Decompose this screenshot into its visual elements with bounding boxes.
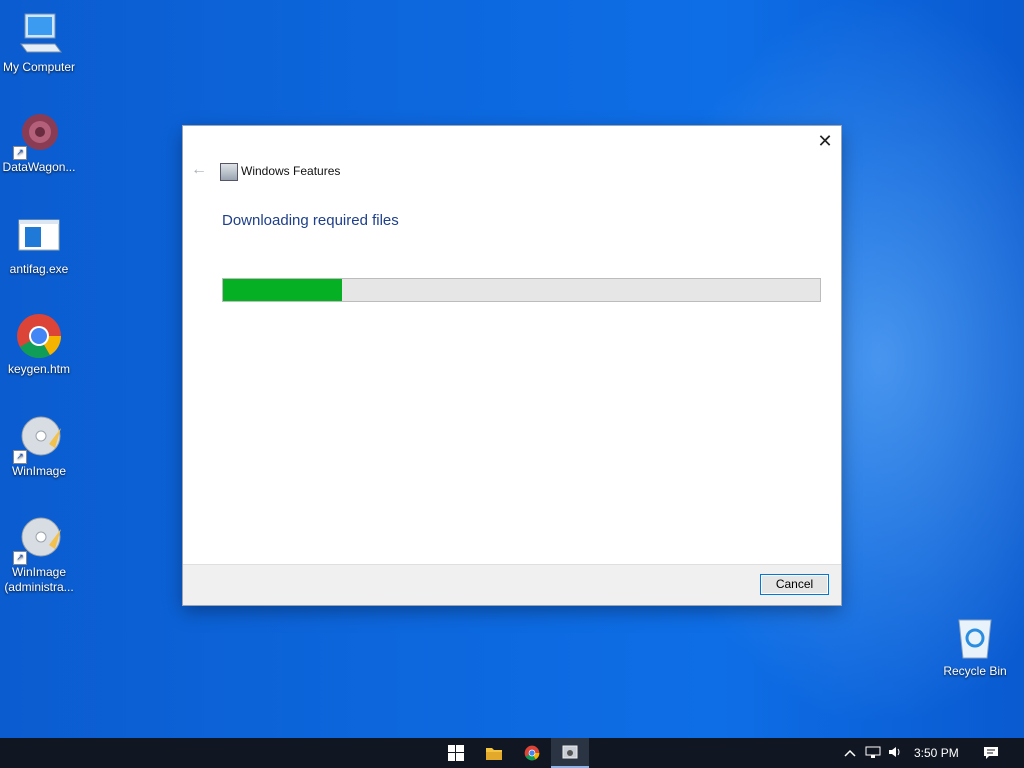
network-icon[interactable] [862,745,884,762]
gear-icon: ↗ [13,110,63,160]
cancel-button[interactable]: Cancel [760,574,829,595]
desktop-icon-label: Recycle Bin [943,664,1007,678]
disc-icon: ↗ [13,414,63,464]
chevron-up-icon[interactable] [842,746,858,760]
desktop-icon-my-computer[interactable]: My Computer [0,10,78,75]
taskbar-file-explorer[interactable] [475,738,513,768]
windows-features-icon [220,163,238,181]
notifications-button[interactable] [980,738,1002,768]
folder-icon [486,748,502,760]
shortcut-arrow-icon: ↗ [13,551,27,565]
desktop-icon-keygen[interactable]: keygen.htm [0,312,78,377]
computer-icon [15,10,63,58]
windows-features-icon [562,745,578,759]
notification-icon [984,747,998,759]
desktop-icon-label: DataWagon... [2,160,76,174]
desktop-icon-winimage-admin[interactable]: ↗ WinImage (administra... [0,515,78,595]
dialog-title: Windows Features [241,164,341,178]
desktop-icon-label: keygen.htm [7,362,71,376]
chrome-icon [15,312,63,360]
clock-time[interactable]: 3:50 PM [914,746,959,760]
back-arrow-icon: ← [191,161,207,178]
taskbar-chrome[interactable] [513,738,551,768]
windows-features-dialog: ✕ ← Windows Features Downloading require… [183,126,841,605]
desktop-icon-label: antifag.exe [9,262,69,276]
taskbar: 3:50 PM [0,738,1024,768]
volume-icon[interactable] [884,745,906,762]
start-button[interactable] [437,738,475,768]
taskbar-windows-features[interactable] [551,738,589,768]
desktop-icon-label: My Computer [2,60,76,74]
system-tray: 3:50 PM [842,738,959,768]
chrome-icon [524,745,540,761]
desktop-icon-antifag[interactable]: antifag.exe [0,212,78,277]
close-button[interactable]: ✕ [815,130,835,152]
download-progress-bar [222,278,821,302]
dialog-footer: Cancel [183,564,841,605]
status-heading: Downloading required files [222,212,399,229]
application-window-icon [15,212,63,260]
progress-fill [223,279,343,301]
windows-logo-icon [448,745,464,761]
recycle-bin-icon [951,614,999,662]
disc-icon: ↗ [13,515,63,565]
desktop-icon-winimage[interactable]: ↗ WinImage [0,414,78,479]
desktop-icon-label: WinImage (administra... [4,565,74,594]
shortcut-arrow-icon: ↗ [13,146,27,160]
shortcut-arrow-icon: ↗ [13,450,27,464]
desktop-icon-recycle-bin[interactable]: Recycle Bin [936,614,1014,679]
desktop-icon-label: WinImage [11,464,67,478]
desktop-icon-datawagon[interactable]: ↗ DataWagon... [0,110,78,175]
